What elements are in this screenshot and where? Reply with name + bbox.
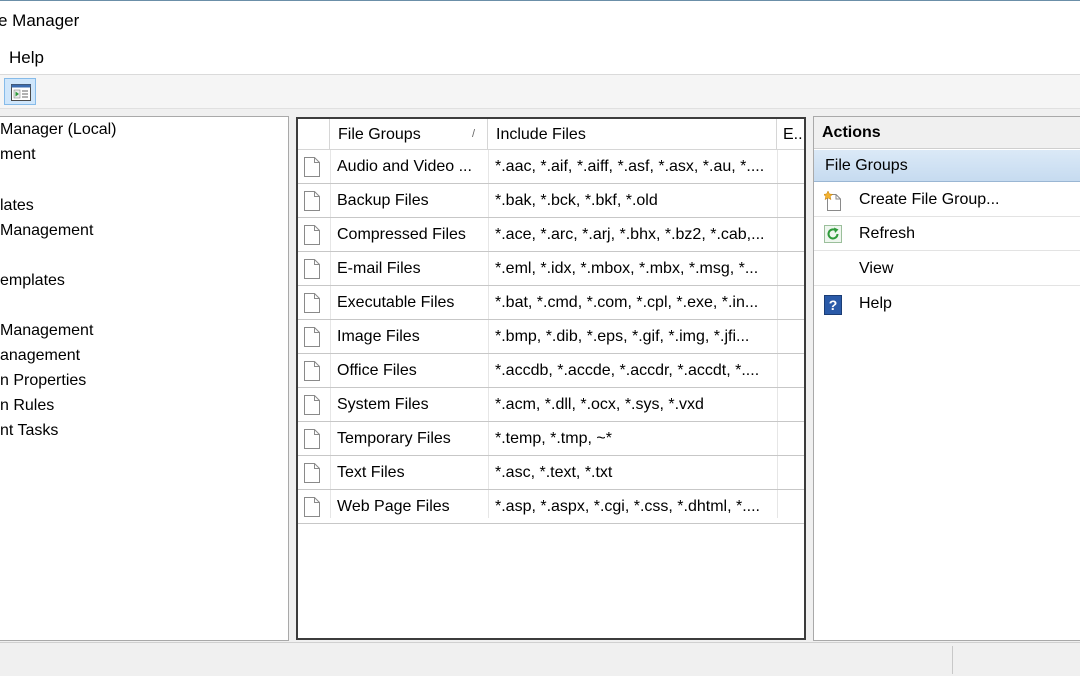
table-row[interactable]: Backup Files *.bak, *.bck, *.bkf, *.old [298, 184, 804, 218]
file-group-name: Executable Files [337, 294, 455, 311]
create-file-group-label: Create File Group... [859, 191, 1000, 208]
actions-pane: Actions File Groups Create File Group...… [813, 116, 1080, 641]
document-icon [304, 157, 320, 177]
table-row[interactable]: Executable Files *.bat, *.cmd, *.com, *.… [298, 286, 804, 320]
console-tree[interactable]: Manager (Local) ment lates Management em… [0, 116, 289, 641]
refresh-icon [824, 225, 842, 243]
document-icon [304, 463, 320, 483]
document-icon [304, 191, 320, 211]
document-icon [304, 429, 320, 449]
tree-item[interactable]: lates [0, 197, 34, 215]
menu-help[interactable]: Help [9, 48, 44, 68]
status-bar [0, 642, 1080, 676]
view-label: View [859, 260, 894, 277]
table-row[interactable]: Compressed Files *.ace, *.arc, *.arj, *.… [298, 218, 804, 252]
tree-item[interactable]: nt Tasks [0, 422, 58, 440]
table-row[interactable]: Temporary Files *.temp, *.tmp, ~* [298, 422, 804, 456]
column-header-exclude-files[interactable]: E.. [777, 119, 804, 150]
table-row[interactable]: Office Files *.accdb, *.accde, *.accdr, … [298, 354, 804, 388]
new-file-group-icon [824, 191, 841, 211]
document-icon [304, 497, 320, 517]
tree-item[interactable]: n Properties [0, 372, 86, 390]
document-icon [304, 395, 320, 415]
file-group-name: Compressed Files [337, 226, 466, 243]
file-group-name: Image Files [337, 328, 420, 345]
column-header-include-files-label: Include Files [496, 126, 586, 143]
tree-item[interactable]: Management [0, 222, 93, 240]
table-row[interactable]: Web Page Files *.asp, *.aspx, *.cgi, *.c… [298, 490, 804, 524]
include-files: *.aac, *.aif, *.aiff, *.asf, *.asx, *.au… [495, 158, 765, 175]
table-row[interactable]: System Files *.acm, *.dll, *.ocx, *.sys,… [298, 388, 804, 422]
include-files: *.asc, *.text, *.txt [495, 464, 613, 481]
column-header-icon[interactable] [298, 119, 330, 150]
file-group-name: Web Page Files [337, 498, 450, 515]
refresh-action[interactable]: Refresh [814, 217, 1080, 251]
document-icon [304, 293, 320, 313]
file-group-name: Temporary Files [337, 430, 451, 447]
actions-section-file-groups[interactable]: File Groups [814, 150, 1080, 182]
title-bar: e Manager [0, 0, 1080, 43]
sort-indicator-icon: / [471, 128, 475, 140]
tree-item[interactable]: Management [0, 322, 93, 340]
tree-item[interactable]: n Rules [0, 397, 54, 415]
file-group-name: Backup Files [337, 192, 429, 209]
table-row[interactable]: E-mail Files *.eml, *.idx, *.mbox, *.mbx… [298, 252, 804, 286]
column-header-exclude-files-label: E.. [783, 126, 803, 143]
include-files: *.ace, *.arc, *.arj, *.bhx, *.bz2, *.cab… [495, 226, 765, 243]
toolbar [0, 75, 1080, 109]
file-group-name: Audio and Video ... [337, 158, 472, 175]
help-icon: ? [824, 295, 842, 315]
help-action[interactable]: ? Help [814, 287, 1080, 321]
file-group-name: Text Files [337, 464, 405, 481]
column-header-file-groups[interactable]: File Groups / [330, 119, 488, 150]
include-files: *.acm, *.dll, *.ocx, *.sys, *.vxd [495, 396, 704, 413]
svg-text:?: ? [829, 297, 838, 313]
view-action[interactable]: View [814, 252, 1080, 286]
include-files: *.eml, *.idx, *.mbox, *.mbx, *.msg, *... [495, 260, 759, 277]
status-separator [952, 646, 953, 674]
window-title: e Manager [0, 11, 80, 30]
document-icon [304, 259, 320, 279]
column-header-include-files[interactable]: Include Files [488, 119, 777, 150]
tree-item[interactable]: ment [0, 146, 36, 164]
refresh-label: Refresh [859, 225, 916, 242]
tree-item[interactable]: emplates [0, 272, 65, 290]
include-files: *.asp, *.aspx, *.cgi, *.css, *.dhtml, *.… [495, 498, 760, 515]
show-hide-action-pane-icon [11, 84, 31, 101]
table-row[interactable]: Image Files *.bmp, *.dib, *.eps, *.gif, … [298, 320, 804, 354]
include-files: *.temp, *.tmp, ~* [495, 430, 612, 447]
menu-bar: Help [0, 42, 1080, 75]
include-files: *.bat, *.cmd, *.com, *.cpl, *.exe, *.in.… [495, 294, 759, 311]
file-group-name: System Files [337, 396, 429, 413]
table-row[interactable]: Audio and Video ... *.aac, *.aif, *.aiff… [298, 150, 804, 184]
show-hide-action-pane-button[interactable] [4, 78, 36, 105]
include-files: *.bmp, *.dib, *.eps, *.gif, *.img, *.jfi… [495, 328, 750, 345]
tree-item-root[interactable]: Manager (Local) [0, 121, 117, 139]
file-groups-list[interactable]: File Groups / Include Files E.. Audio an… [296, 117, 806, 640]
file-group-name: Office Files [337, 362, 417, 379]
include-files: *.bak, *.bck, *.bkf, *.old [495, 192, 658, 209]
column-header-file-groups-label: File Groups [338, 126, 421, 143]
help-label: Help [859, 295, 892, 312]
tree-item[interactable]: anagement [0, 347, 80, 365]
actions-header: Actions [814, 117, 1080, 149]
create-file-group-action[interactable]: Create File Group... [814, 183, 1080, 217]
include-files: *.accdb, *.accde, *.accdr, *.accdt, *...… [495, 362, 760, 379]
table-row[interactable]: Text Files *.asc, *.text, *.txt [298, 456, 804, 490]
document-icon [304, 225, 320, 245]
document-icon [304, 361, 320, 381]
file-group-name: E-mail Files [337, 260, 421, 277]
document-icon [304, 327, 320, 347]
